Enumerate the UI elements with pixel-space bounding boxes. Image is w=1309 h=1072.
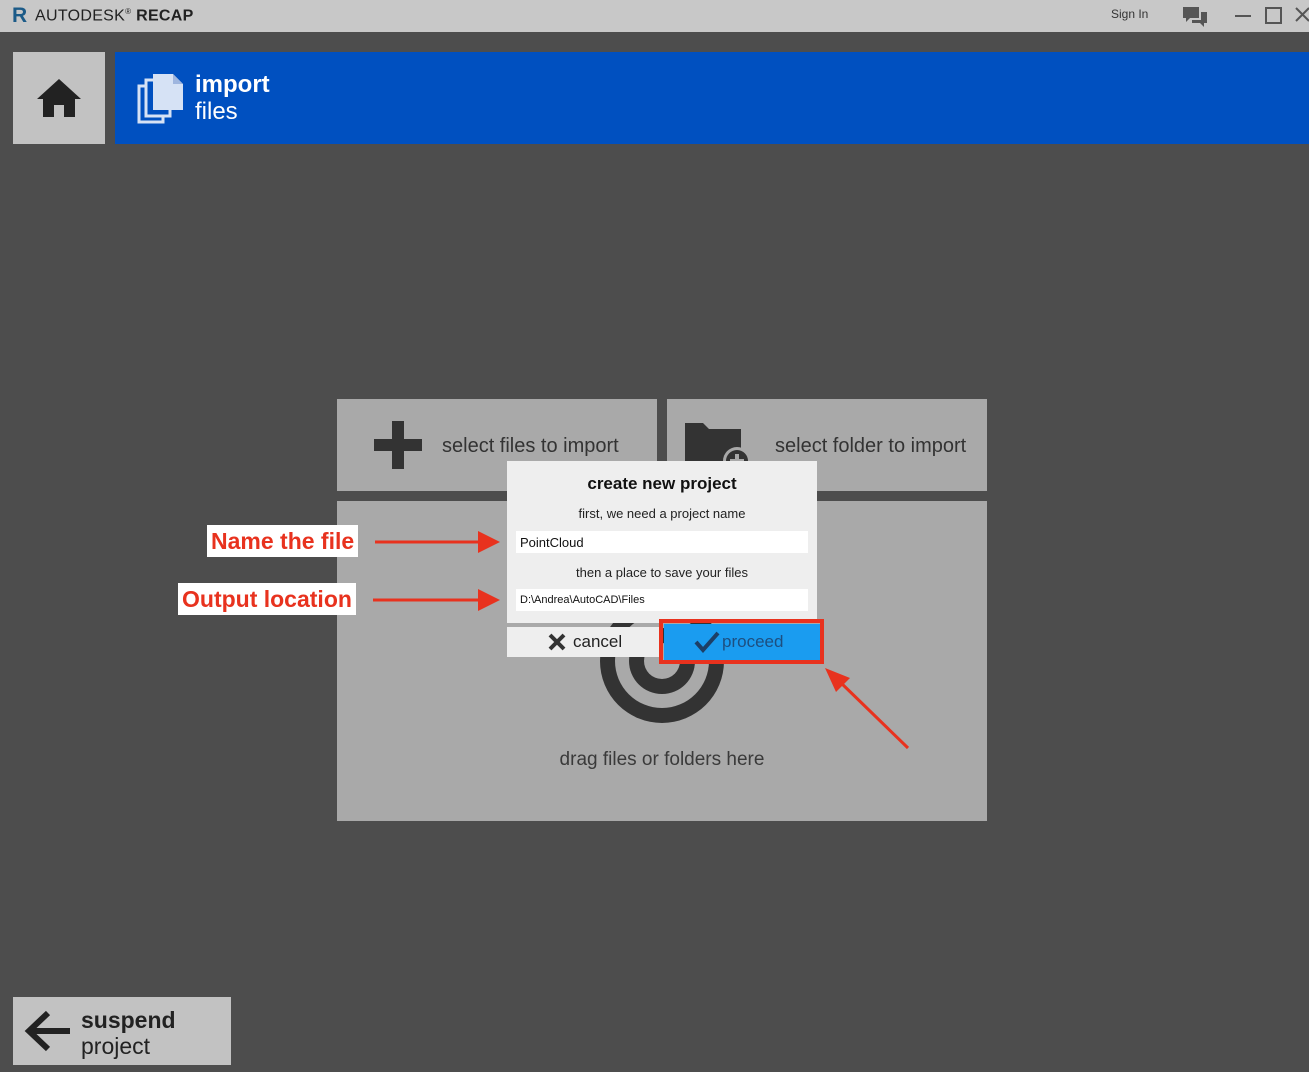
project-name-input[interactable] <box>516 531 808 553</box>
project-name-prompt: first, we need a project name <box>578 506 746 521</box>
create-project-dialog: create new project first, we need a proj… <box>507 461 817 623</box>
suspend-subtitle: project <box>81 1033 151 1059</box>
proceed-label: proceed <box>722 632 784 651</box>
home-button[interactable] <box>13 52 105 144</box>
save-location-prompt: then a place to save your files <box>576 565 748 580</box>
dialog-title: create new project <box>587 474 737 493</box>
close-icon[interactable] <box>1293 5 1309 27</box>
cancel-label: cancel <box>573 632 623 651</box>
checkmark-icon <box>694 631 720 653</box>
select-folder-label: select folder to import <box>775 435 967 457</box>
proceed-button[interactable]: proceed <box>664 624 820 660</box>
suspend-title: suspend <box>81 1007 176 1033</box>
save-location-input[interactable] <box>516 589 808 611</box>
minimize-icon[interactable] <box>1233 5 1255 27</box>
annotation-name-the-file: Name the file <box>207 525 359 557</box>
app-logo: R <box>12 4 28 27</box>
page-header: import files <box>115 52 1309 144</box>
page-subtitle: files <box>195 98 238 125</box>
sign-in-link[interactable]: Sign In <box>1111 7 1148 21</box>
plus-icon <box>374 421 422 469</box>
chat-icon[interactable] <box>1181 6 1209 28</box>
suspend-project-button[interactable]: suspend project <box>13 997 231 1065</box>
cancel-button[interactable]: cancel <box>507 627 659 657</box>
drop-zone-label: drag files or folders here <box>559 749 765 770</box>
close-icon <box>548 633 566 651</box>
select-files-label: select files to import <box>442 435 619 457</box>
title-bar: R AUTODESK® RECAP Sign In <box>0 0 1309 32</box>
files-icon <box>137 74 183 124</box>
back-arrow-icon <box>24 1010 70 1052</box>
app-title: AUTODESK® RECAP <box>35 7 194 25</box>
annotation-output-location: Output location <box>178 583 356 615</box>
page-title: import <box>195 71 270 98</box>
maximize-icon[interactable] <box>1263 5 1285 27</box>
home-icon <box>37 79 81 117</box>
